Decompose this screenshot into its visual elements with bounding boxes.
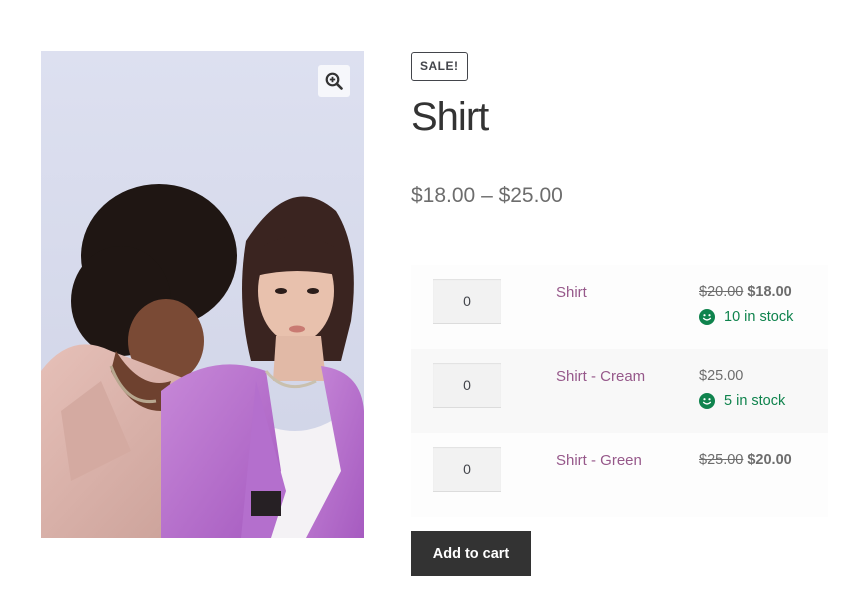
product-link[interactable]: Shirt - Green xyxy=(556,452,642,469)
zoom-in-icon xyxy=(325,72,343,90)
price-cell: $25.00 $20.00 xyxy=(699,452,792,468)
zoom-button[interactable] xyxy=(318,65,350,97)
quantity-input[interactable] xyxy=(433,279,501,324)
price-cell: $20.00 $18.00 xyxy=(699,284,792,300)
quantity-input[interactable] xyxy=(433,363,501,408)
table-row: Shirt - Green $25.00$20.00 xyxy=(411,433,828,517)
stock-text: 10 in stock xyxy=(724,309,794,325)
product-link[interactable]: Shirt - Cream xyxy=(556,368,645,385)
price-range: $18.00 – $25.00 xyxy=(411,184,563,207)
stock-status: 5 in stock xyxy=(699,393,785,409)
product-image xyxy=(41,51,364,538)
table-row: Shirt $20.00$18.00 10 in stock xyxy=(411,265,828,349)
stock-status: 10 in stock xyxy=(699,309,793,325)
price-cell: $25.00 xyxy=(699,368,743,384)
sale-price: $18.00 xyxy=(747,284,792,300)
sale-badge: SALE! xyxy=(411,52,468,81)
product-title: Shirt xyxy=(411,95,489,139)
add-to-cart-button[interactable]: Add to cart xyxy=(411,531,531,576)
quantity-input[interactable] xyxy=(433,447,501,492)
old-price: $25.00 xyxy=(699,452,744,468)
smile-icon xyxy=(699,393,715,409)
product-gallery xyxy=(41,51,364,538)
table-row: Shirt - Cream $25.00 5 in stock xyxy=(411,349,828,433)
smile-icon xyxy=(699,309,715,325)
regular-price: $25.00 xyxy=(699,368,744,384)
old-price: $20.00 xyxy=(699,284,744,300)
sale-price: $20.00 xyxy=(747,452,792,468)
product-link[interactable]: Shirt xyxy=(556,284,587,301)
product-page: SALE! Shirt $18.00 – $25.00 Shirt $20.00… xyxy=(0,0,851,596)
stock-text: 5 in stock xyxy=(724,393,786,409)
